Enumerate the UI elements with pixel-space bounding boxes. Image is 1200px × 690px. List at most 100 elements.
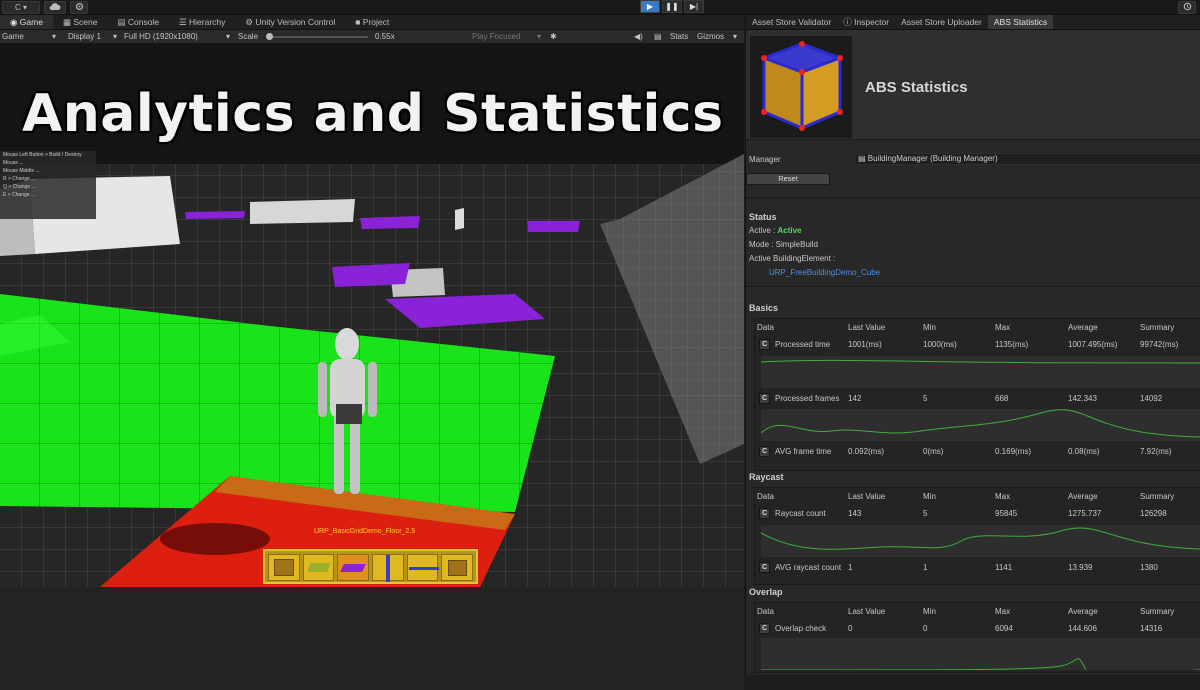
column-header-max: Max [995,607,1011,616]
pause-button[interactable]: ❚❚ [662,0,682,13]
clear-button[interactable]: C [759,393,770,404]
table-row: C AVG frame time 0.092(ms) 0(ms) 0.169(ms) 0.… [755,446,1200,458]
clear-button[interactable]: C [759,508,770,519]
column-header-data: Data [757,607,774,616]
audio-mute-icon[interactable]: ◀) [634,32,643,41]
tab-asset-store-validator[interactable]: Asset Store Validator [746,15,837,29]
hotbar-slot-purple[interactable] [337,554,370,581]
column-header-data: Data [757,492,774,501]
graph-line [760,527,1200,550]
column-header-min: Min [923,492,936,501]
manager-object-field[interactable]: ▤ BuildingManager (Building Manager) [854,153,1200,165]
display-select[interactable]: Display 1 [68,32,101,41]
hotbar-slot-pillar[interactable] [372,554,404,582]
game-toolbar: Game ▾ Display 1 ▾ Full HD (1920x1080) ▾… [0,30,744,44]
chevron-down-icon: ▾ [226,32,231,41]
hint-line: E > Change ... [3,192,36,198]
hotbar-slot-floor[interactable] [302,554,335,581]
floor-piece-label: URP_BasicGridDemo_Floor_2.5 [314,528,416,535]
cell-min: 5 [923,394,928,403]
tab-inspector[interactable]: ⓘ Inspector [837,15,895,29]
version-control-icon: ⚙ [245,17,256,27]
reset-button[interactable]: Reset [746,173,830,185]
scale-slider-handle[interactable] [266,33,273,40]
tab-abs-statistics[interactable]: ABS Statistics [987,15,1054,29]
hint-line: R > Change ... [3,176,36,182]
cube-preview-thumbnail [750,36,852,138]
tab-scene[interactable]: ▦ Scene [53,15,108,29]
chevron-down-icon: ▾ [52,32,57,41]
purple-tile-icon [340,564,367,572]
column-header-max: Max [995,323,1011,332]
section-title-raycast: Raycast [749,472,784,482]
hotbar-slot-beam[interactable] [406,554,439,581]
tab-project[interactable]: ■ Project [345,15,399,29]
stats-icon: ▤ [654,32,662,41]
tab-asset-store-uploader[interactable]: Asset Store Uploader [895,15,988,29]
play-button[interactable]: ▶ [640,0,660,13]
tab-hierarchy[interactable]: ☰ Hierarchy [169,15,235,29]
hotbar-slot-crate[interactable] [441,554,474,581]
right-tab-bar: Asset Store Validator ⓘ Inspector Asset … [746,15,1200,30]
section-title-basics: Basics [749,303,779,313]
cell-summary: 14316 [1140,624,1163,633]
clear-button[interactable]: C [759,623,770,634]
step-button[interactable]: ▶| [684,0,704,13]
cell-last-value: 0 [848,624,853,633]
clear-button[interactable]: C [759,446,770,457]
cell-data: Processed time [775,340,831,349]
tab-console[interactable]: ▤ Console [107,15,169,29]
inspector-panel: Asset Store Validator ⓘ Inspector Asset … [745,15,1200,675]
cell-min: 0 [923,624,928,633]
bug-icon[interactable]: ✱ [550,32,557,41]
scale-value: 0.55x [375,32,395,41]
cell-max: 1135(ms) [995,340,1029,349]
active-element-link[interactable]: URP_FreeBuildingDemo_Cube [769,268,880,277]
hotbar-slot-cube[interactable] [268,554,300,581]
history-graph [760,525,1200,557]
cell-data: Overlap check [775,624,827,633]
tab-label: Console [127,17,160,27]
cell-average: 0.08(ms) [1068,447,1100,456]
account-dropdown[interactable]: C ▾ [2,1,40,14]
cell-summary: 7.92(ms) [1140,447,1172,456]
gizmos-toggle[interactable]: Gizmos [697,32,724,41]
history-icon[interactable] [1178,1,1196,14]
scale-slider-track[interactable] [268,36,368,38]
play-mode-select[interactable]: Play Focused [472,32,520,41]
tab-game[interactable]: ◉ Game [0,15,53,29]
stats-toggle[interactable]: Stats [670,32,688,41]
clear-button[interactable]: C [759,562,770,573]
statistics-header: ABS Statistics [746,30,1200,140]
cell-summary: 1380 [1140,563,1158,572]
cell-min: 1 [923,563,928,572]
chevron-down-icon: ▾ [733,32,738,41]
stats-table: Data Last Value Min Max Average Summary C Overl… [754,602,1200,675]
column-header-last-value: Last Value [848,492,886,501]
clear-button[interactable]: C [759,339,770,350]
tab-version-control[interactable]: ⚙ Unity Version Control [235,15,345,29]
cell-data: AVG raycast count [775,563,842,572]
status-section-title: Status [749,212,777,222]
building-hotbar [263,549,478,584]
cell-summary: 126298 [1140,509,1167,518]
resolution-select[interactable]: Full HD (1920x1080) [124,32,198,41]
graph-series [760,359,1200,364]
cell-max: 668 [995,394,1009,403]
manager-label: Manager [749,155,781,164]
folder-icon: ■ [355,17,363,27]
gear-icon[interactable] [70,1,88,14]
game-view-select[interactable]: Game [2,32,24,41]
cloud-icon[interactable] [44,1,66,14]
tab-label: Project [362,17,390,27]
chevron-down-icon: ▾ [113,32,118,41]
crate-icon [274,559,294,576]
table-row: C Processed time 1001(ms) 1000(ms) 1135(ms) 1… [755,339,1200,351]
graph-series [760,527,1200,550]
graph-line [760,658,1200,675]
cell-average: 144.606 [1068,624,1097,633]
table-row: C Overlap check 0 0 6094 144.606 14316 [755,623,1200,635]
active-status-row: Active : Active [749,226,801,235]
section-title-overlap: Overlap [749,587,783,597]
game-viewport[interactable]: Analytics and Statistics Mouse Left Butt… [0,44,744,587]
